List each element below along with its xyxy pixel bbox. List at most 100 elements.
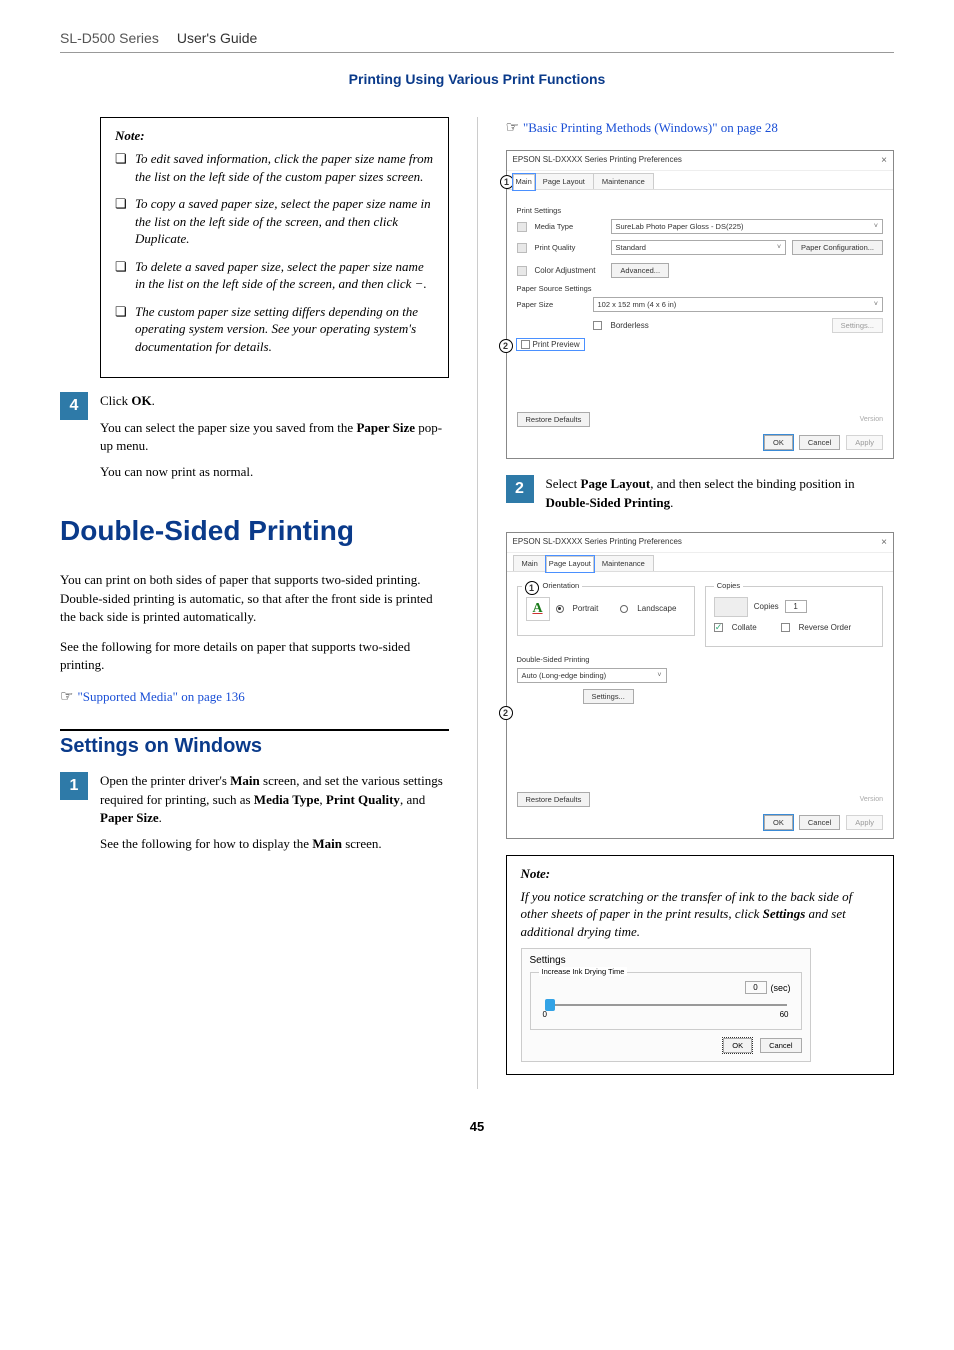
step-number: 1 — [60, 772, 88, 800]
drying-time-slider[interactable] — [545, 1004, 787, 1006]
step1-line2: See the following for how to display the… — [100, 835, 449, 853]
note-heading: Note: — [115, 128, 434, 144]
reverse-order-checkbox[interactable] — [781, 623, 790, 632]
media-type-select[interactable]: SureLab Photo Paper Gloss - DS(225)˅ — [611, 219, 884, 234]
landscape-radio[interactable] — [620, 605, 628, 613]
tab-maintenance[interactable]: Maintenance — [593, 173, 654, 189]
note-item: The custom paper size setting differs de… — [115, 303, 434, 356]
restore-defaults-button[interactable]: Restore Defaults — [517, 412, 591, 427]
chevron-down-icon: ˅ — [874, 301, 878, 308]
dialog-title: EPSON SL-DXXXX Series Printing Preferenc… — [513, 155, 682, 166]
note2-text: If you notice scratching or the transfer… — [521, 888, 880, 941]
paper-size-label: Paper Size — [517, 300, 587, 309]
step1-line1: Open the printer driver's Main screen, a… — [100, 772, 449, 827]
print-preview-label: Print Preview — [533, 340, 580, 349]
apply-button: Apply — [846, 435, 883, 450]
printing-preferences-dialog-main: EPSON SL-DXXXX Series Printing Preferenc… — [506, 150, 895, 459]
slider-thumb-icon[interactable] — [545, 999, 555, 1011]
double-sided-select[interactable]: Auto (Long-edge binding)˅ — [517, 668, 667, 683]
chevron-down-icon: ˅ — [874, 223, 878, 230]
color-adjustment-label: Color Adjustment — [535, 266, 596, 275]
pointer-icon: ☞ — [60, 686, 73, 707]
version-label: Version — [860, 416, 883, 423]
note-item: To copy a saved paper size, select the p… — [115, 195, 434, 248]
step-2: 2 Select Page Layout, and then select th… — [506, 475, 895, 519]
link-basic-printing[interactable]: ☞"Basic Printing Methods (Windows)" on p… — [506, 117, 895, 138]
copies-icon — [714, 597, 748, 617]
header-guide: User's Guide — [177, 30, 257, 46]
ok-button[interactable]: OK — [764, 815, 793, 830]
color-adjustment-icon — [517, 266, 527, 276]
orientation-group: 1 . Orientation A Portrait Landscape — [517, 586, 695, 636]
group-print-settings: Print Settings — [517, 206, 884, 215]
borderless-checkbox[interactable] — [593, 321, 602, 330]
cancel-button[interactable]: Cancel — [799, 435, 840, 450]
step4-line1: Click OK. — [100, 392, 449, 410]
page-number: 45 — [60, 1119, 894, 1134]
group-paper-source: Paper Source Settings — [517, 284, 884, 293]
close-icon[interactable]: × — [881, 155, 887, 166]
print-preview-checkbox[interactable] — [521, 340, 530, 349]
printing-preferences-dialog-layout: EPSON SL-DXXXX Series Printing Preferenc… — [506, 532, 895, 839]
callout-2: 2 — [499, 339, 513, 353]
cancel-button[interactable]: Cancel — [799, 815, 840, 830]
step2-line: Select Page Layout, and then select the … — [546, 475, 895, 511]
section-title: Printing Using Various Print Functions — [60, 71, 894, 87]
chevron-down-icon: ˅ — [777, 244, 781, 251]
media-type-icon — [517, 222, 527, 232]
portrait-radio[interactable] — [556, 605, 564, 613]
step-number: 2 — [506, 475, 534, 503]
borderless-settings-button: Settings... — [832, 318, 883, 333]
chevron-down-icon: ˅ — [657, 672, 661, 679]
drying-time-value[interactable]: 0 — [745, 981, 767, 994]
ok-button[interactable]: OK — [764, 435, 793, 450]
orientation-icon: A — [526, 597, 550, 621]
tab-maintenance[interactable]: Maintenance — [593, 555, 654, 571]
settings-dialog-title: Settings — [530, 955, 802, 966]
ok-button[interactable]: OK — [723, 1038, 752, 1053]
tab-page-layout[interactable]: Page Layout — [534, 173, 594, 189]
borderless-label: Borderless — [611, 321, 649, 330]
print-quality-label: Print Quality — [535, 243, 605, 252]
paper-size-select[interactable]: 102 x 152 mm (4 x 6 in)˅ — [593, 297, 884, 312]
heading-settings-windows: Settings on Windows — [60, 729, 449, 758]
header-product: SL-D500 Series — [60, 30, 159, 46]
body-paragraph: See the following for more details on pa… — [60, 638, 449, 674]
paper-configuration-button[interactable]: Paper Configuration... — [792, 240, 883, 255]
link-supported-media[interactable]: ☞"Supported Media" on page 136 — [60, 686, 449, 707]
body-paragraph: You can print on both sides of paper tha… — [60, 571, 449, 626]
dialog-title: EPSON SL-DXXXX Series Printing Preferenc… — [513, 537, 682, 548]
note-box-2: Note: If you notice scratching or the tr… — [506, 855, 895, 1076]
note-box: Note: To edit saved information, click t… — [100, 117, 449, 378]
collate-checkbox[interactable] — [714, 623, 723, 632]
step4-line2: You can select the paper size you saved … — [100, 419, 449, 455]
advanced-button[interactable]: Advanced... — [611, 263, 669, 278]
restore-defaults-button[interactable]: Restore Defaults — [517, 792, 591, 807]
note-item: To edit saved information, click the pap… — [115, 150, 434, 185]
tab-main[interactable]: Main — [513, 555, 547, 571]
header-rule — [60, 52, 894, 53]
print-quality-select[interactable]: Standard˅ — [611, 240, 787, 255]
copies-group: Copies Copies 1 Collate Reverse Order — [705, 586, 883, 647]
callout-1: 1 — [500, 175, 514, 189]
print-quality-icon — [517, 243, 527, 253]
callout-2: 2 — [499, 706, 513, 720]
close-icon[interactable]: × — [881, 537, 887, 548]
note-heading: Note: — [521, 866, 880, 882]
step4-line3: You can now print as normal. — [100, 463, 449, 481]
pointer-icon: ☞ — [506, 117, 519, 138]
slider-max: 60 — [780, 1010, 789, 1019]
ink-drying-group-label: Increase Ink Drying Time — [539, 967, 628, 976]
double-sided-settings-button[interactable]: Settings... — [583, 689, 634, 704]
slider-min: 0 — [543, 1010, 547, 1019]
copies-input[interactable]: 1 — [785, 600, 807, 613]
step-number: 4 — [60, 392, 88, 420]
tab-page-layout[interactable]: Page Layout — [546, 556, 594, 572]
step-4: 4 Click OK. You can select the paper siz… — [60, 392, 449, 489]
step-1: 1 Open the printer driver's Main screen,… — [60, 772, 449, 861]
callout-1: 1 — [525, 581, 539, 595]
cancel-button[interactable]: Cancel — [760, 1038, 801, 1053]
tab-main[interactable]: Main — [513, 174, 535, 190]
heading-double-sided: Double-Sided Printing — [60, 515, 449, 547]
group-double-sided: Double-Sided Printing — [517, 655, 884, 664]
